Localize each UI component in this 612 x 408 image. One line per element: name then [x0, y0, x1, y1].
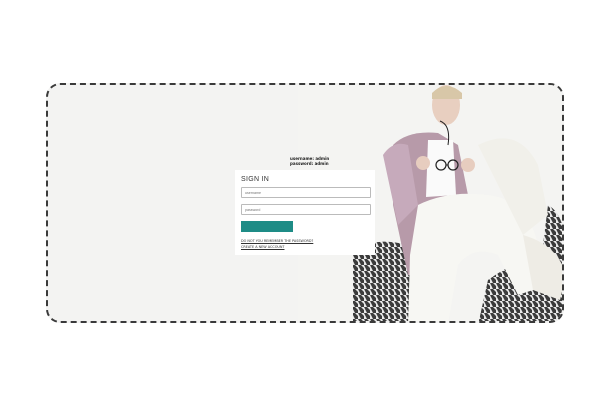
sign-in-button[interactable]	[241, 221, 293, 232]
username-input[interactable]	[241, 187, 371, 198]
create-account-link[interactable]: CREATE A NEW ACCOUNT	[241, 244, 369, 250]
password-hint: password: admin	[290, 161, 329, 166]
login-title: SIGN IN	[241, 176, 270, 183]
password-input[interactable]	[241, 204, 371, 215]
page: username: admin password: admin SIGN IN …	[0, 0, 612, 408]
login-card: SIGN IN DO NOT YOU REMEMBER THE PASSWORD…	[235, 170, 375, 255]
demo-credentials: username: admin password: admin	[290, 156, 329, 166]
